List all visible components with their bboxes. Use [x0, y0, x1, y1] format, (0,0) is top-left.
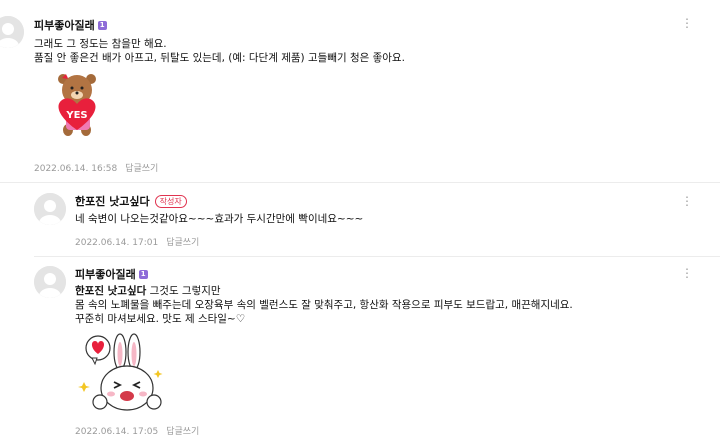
comment-text-line: 한포진 낫고싶다 그것도 그렇지만 [75, 284, 221, 298]
avatar[interactable] [34, 193, 66, 225]
default-avatar-icon [34, 266, 66, 298]
reply-button[interactable]: 답글쓰기 [166, 238, 199, 248]
more-options-icon[interactable]: ⋮ [681, 193, 693, 209]
reply-button[interactable]: 답글쓰기 [166, 427, 199, 437]
nickname-link[interactable]: 피부좋아질래 [75, 266, 136, 282]
avatar[interactable] [34, 266, 66, 298]
comment-date: 2022.06.14. 17:05 [75, 427, 159, 437]
default-avatar-icon [0, 16, 24, 48]
mention-link[interactable]: 한포진 낫고싶다 [75, 285, 146, 297]
comment-text: 그것도 그렇지만 [146, 285, 221, 297]
sticker-yes-text: YES [65, 110, 87, 121]
comment-meta: 2022.06.14. 17:05 답글쓰기 [75, 424, 199, 437]
comment-nickname[interactable]: 피부좋아질래 1 [34, 17, 107, 33]
divider [0, 182, 720, 183]
more-options-icon[interactable]: ⋮ [681, 265, 693, 281]
author-badge: 작성자 [154, 194, 187, 208]
level-badge-icon: 1 [97, 20, 107, 30]
nickname-link[interactable]: 피부좋아질래 [34, 17, 95, 33]
comment-meta: 2022.06.14. 17:01 답글쓰기 [75, 235, 199, 248]
nickname-link[interactable]: 한포진 낫고싶다 [75, 193, 150, 209]
comment-nickname[interactable]: 한포진 낫고싶다 작성자 [75, 193, 187, 209]
bunny-heart-sticker [78, 330, 166, 424]
comment-text-line: 네 숙변이 나오는것같아요~~~효과가 두시간만에 빡이네요~~~ [75, 213, 364, 225]
comment-date: 2022.06.14. 16:58 [34, 164, 118, 174]
comment-text-line: 꾸준히 마셔보세요. 맛도 제 스타일~♡ [75, 313, 246, 325]
divider [34, 256, 720, 257]
comment-nickname[interactable]: 피부좋아질래 1 [75, 266, 148, 282]
comment-text-line: 몸 속의 노폐물을 빼주는데 오장육부 속의 벨런스도 잘 맞춰주고, 항산화 … [75, 299, 573, 311]
avatar[interactable] [0, 16, 24, 48]
comment-meta: 2022.06.14. 16:58 답글쓰기 [34, 161, 158, 174]
default-avatar-icon [34, 193, 66, 225]
comment-date: 2022.06.14. 17:01 [75, 238, 159, 248]
bear-yes-sticker: YES [52, 70, 104, 142]
reply-button[interactable]: 답글쓰기 [125, 164, 158, 174]
level-badge-icon: 1 [138, 269, 148, 279]
more-options-icon[interactable]: ⋮ [681, 15, 693, 31]
comment-text-line: 품질 안 좋은건 배가 아프고, 뒤탈도 있는데, (예: 다단계 제품) 고들… [34, 52, 405, 64]
comment-text-line: 그래도 그 정도는 참을만 해요. [34, 38, 167, 50]
